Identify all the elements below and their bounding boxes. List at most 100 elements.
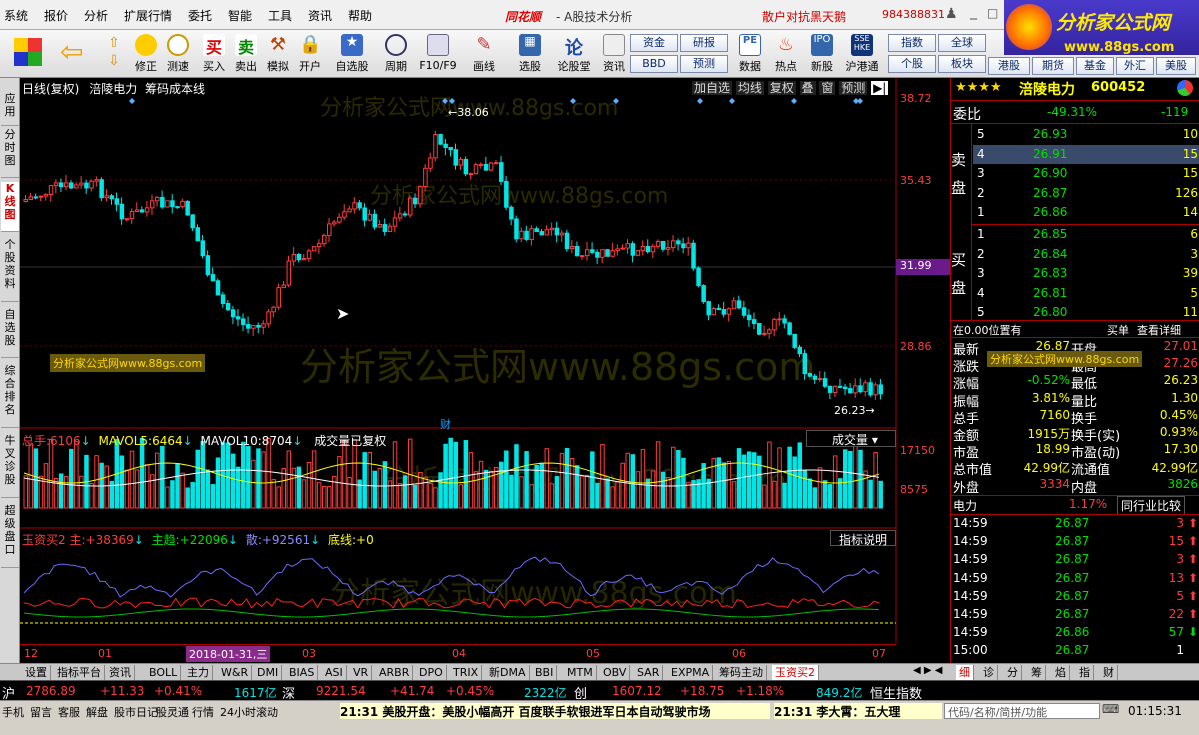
buy-button[interactable]: 买买入: [198, 32, 230, 76]
sell-row[interactable]: 2 26.87 126: [973, 184, 1199, 203]
sell-row[interactable]: 4 26.91 15: [973, 144, 1199, 164]
menu-help[interactable]: 帮助: [348, 7, 372, 24]
tab-kline-chart[interactable]: K线图: [1, 182, 19, 232]
menu-news[interactable]: 资讯: [308, 7, 332, 24]
buy-single-link[interactable]: 买单: [1107, 322, 1129, 338]
forum-button[interactable]: 论论股堂: [554, 32, 594, 76]
tab-watchlist[interactable]: 自选股: [1, 308, 19, 358]
sell-row[interactable]: 1 26.86 14: [973, 203, 1199, 222]
status-item[interactable]: 股灵通: [156, 704, 189, 720]
search-input[interactable]: 代码/名称/简拼/功能: [944, 703, 1100, 719]
back-arrow-icon[interactable]: ⇦: [60, 38, 90, 68]
news-ticker-2[interactable]: 21:31 李大霄：五大理: [774, 703, 942, 719]
hk-stock-button[interactable]: 港股: [988, 57, 1030, 75]
us-stock-button[interactable]: 美股: [1156, 57, 1196, 75]
tab-super-order[interactable]: 超级盘口: [1, 504, 19, 568]
data-button[interactable]: PE 数据: [734, 32, 766, 76]
sell-row[interactable]: 5 26.93 10: [973, 125, 1199, 144]
volume-dropdown[interactable]: 成交量 ▾: [806, 430, 896, 447]
draw-line-button[interactable]: ✎ 画线: [466, 32, 502, 76]
indicator-tab[interactable]: SAR: [634, 665, 664, 680]
menu-tools[interactable]: 工具: [268, 7, 292, 24]
keyboard-icon[interactable]: ⌨: [1102, 702, 1119, 718]
simulate-button[interactable]: ⚒ 模拟: [262, 32, 294, 76]
sell-row[interactable]: 3 26.90 15: [973, 164, 1199, 183]
indicator-tab[interactable]: 指标平台: [54, 665, 105, 680]
indicator-tab[interactable]: 新DMA: [486, 665, 530, 680]
indicator-tab[interactable]: ARBR: [376, 665, 414, 680]
correction-button[interactable]: 修正: [130, 32, 162, 76]
index-button[interactable]: 指数: [888, 34, 936, 52]
view-detail-link[interactable]: 查看详细: [1137, 322, 1181, 338]
indicator-tab[interactable]: DMI: [254, 665, 283, 680]
buy-row[interactable]: 4 26.81 5: [973, 284, 1199, 303]
indicator-tab[interactable]: 玉资买2: [772, 665, 819, 680]
quote-tab[interactable]: 指: [1076, 665, 1094, 680]
indicator-tab[interactable]: 设置: [22, 665, 51, 680]
menu-smart[interactable]: 智能: [228, 7, 252, 24]
indicator-tab[interactable]: BOLL: [146, 665, 182, 680]
finance-marker[interactable]: 财: [440, 416, 451, 432]
status-item[interactable]: 股市日记: [114, 704, 158, 720]
fund-button[interactable]: 资金: [630, 34, 678, 52]
speed-test-button[interactable]: 测速: [162, 32, 194, 76]
pie-icon[interactable]: [1177, 80, 1193, 96]
indicator-tab[interactable]: BIAS: [286, 665, 319, 680]
tab-scroll-arrows[interactable]: ◀ ▶ ◀: [913, 665, 942, 676]
kline-chart-area[interactable]: 日线(复权) 涪陵电力 筹码成本线 加自选 均线 复权 叠 窗 预测 ▶| 分析…: [20, 78, 950, 663]
fund-market-button[interactable]: 基金: [1076, 57, 1114, 75]
quote-tab[interactable]: 分: [1004, 665, 1022, 680]
status-item[interactable]: 留言: [30, 704, 52, 720]
minimize-icon[interactable]: _: [970, 4, 977, 20]
watchlist-button[interactable]: ★ 自选股: [332, 32, 372, 76]
quote-tab[interactable]: 筹: [1028, 665, 1046, 680]
status-item[interactable]: 行情: [192, 704, 214, 720]
status-item[interactable]: 手机: [2, 704, 24, 720]
status-item[interactable]: 解盘: [86, 704, 108, 720]
indicator-tab[interactable]: W&R: [218, 665, 253, 680]
maximize-icon[interactable]: □: [987, 6, 998, 20]
industry-compare-button[interactable]: 同行业比较: [1117, 496, 1186, 515]
forex-button[interactable]: 外汇: [1116, 57, 1154, 75]
app-grid-icon[interactable]: [14, 38, 42, 66]
hk-connect-button[interactable]: SSE HKE 沪港通: [842, 32, 882, 76]
tab-apps[interactable]: 应用: [1, 92, 19, 126]
menu-extended[interactable]: 扩展行情: [124, 7, 172, 24]
forecast-button[interactable]: 预测: [680, 55, 728, 73]
stock-button[interactable]: 个股: [888, 55, 936, 73]
status-item[interactable]: 24小时滚动: [220, 704, 278, 720]
indicator-tab[interactable]: EXPMA: [668, 665, 714, 680]
tab-minute-chart[interactable]: 分时图: [1, 128, 19, 178]
up-down-arrows-icon[interactable]: ⇧ ⇩: [102, 34, 126, 74]
indicator-help-button[interactable]: 指标说明: [830, 530, 896, 547]
bbd-button[interactable]: BBD: [630, 55, 678, 73]
indicator-tab[interactable]: TRIX: [450, 665, 483, 680]
indicator-tab[interactable]: 资讯: [106, 665, 135, 680]
menu-quote[interactable]: 报价: [44, 7, 68, 24]
indicator-tab[interactable]: DPO: [416, 665, 447, 680]
indicator-tab[interactable]: 筹码主动: [716, 665, 767, 680]
user-icon[interactable]: ♟: [945, 6, 958, 22]
quote-tab[interactable]: 财: [1100, 665, 1118, 680]
indicator-tab[interactable]: 主力: [184, 665, 213, 680]
status-item[interactable]: 客服: [58, 704, 80, 720]
buy-row[interactable]: 3 26.83 39: [973, 264, 1199, 283]
indicator-tab[interactable]: ASI: [322, 665, 347, 680]
open-account-button[interactable]: 🔒 开户: [294, 32, 326, 76]
buy-row[interactable]: 1 26.85 6: [973, 225, 1199, 244]
sell-button[interactable]: 卖卖出: [230, 32, 262, 76]
menu-system[interactable]: 系统: [4, 7, 28, 24]
quote-tab[interactable]: 诊: [980, 665, 998, 680]
futures-button[interactable]: 期货: [1032, 57, 1074, 75]
f10-button[interactable]: F10/F9: [418, 32, 458, 76]
research-button[interactable]: 研报: [680, 34, 728, 52]
quote-tab[interactable]: 焰: [1052, 665, 1070, 680]
stock-picker-button[interactable]: ▦ 选股: [512, 32, 548, 76]
info-button[interactable]: 资讯: [598, 32, 630, 76]
tab-diagnosis[interactable]: 牛叉诊股: [1, 434, 19, 498]
tab-stock-profile[interactable]: 个股资料: [1, 238, 19, 302]
news-ticker-1[interactable]: 21:31 美股开盘：美股小幅高开 百度联手软银进军日本自动驾驶市场: [340, 703, 770, 719]
indicator-tab[interactable]: OBV: [600, 665, 631, 680]
tab-ranking[interactable]: 综合排名: [1, 364, 19, 428]
indicator-tab[interactable]: MTM: [564, 665, 597, 680]
